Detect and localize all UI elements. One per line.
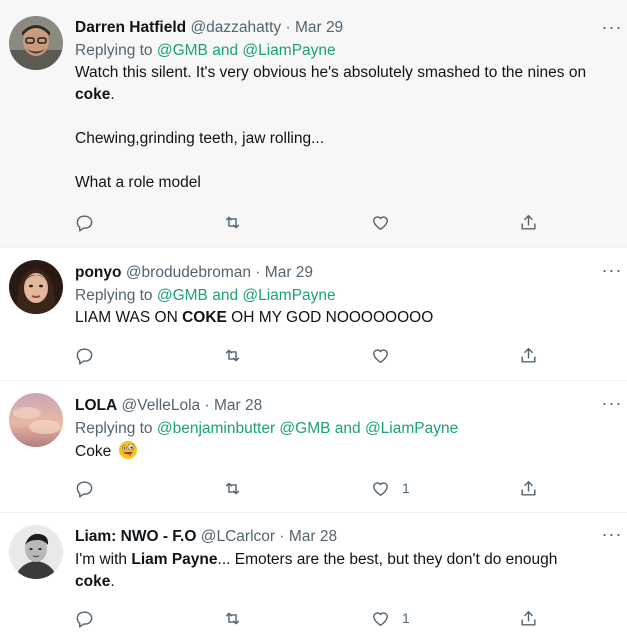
retweet-icon <box>225 482 240 494</box>
tweet-card[interactable]: Darren Hatfield @dazzahatty · Mar 29 Rep… <box>0 0 627 248</box>
avatar[interactable] <box>9 16 63 70</box>
display-name[interactable]: Darren Hatfield <box>75 19 186 36</box>
reply-icon <box>76 480 93 498</box>
display-name[interactable]: Liam: NWO - F.O <box>75 528 196 545</box>
retweet-button[interactable] <box>223 210 242 234</box>
tweet-feed: Darren Hatfield @dazzahatty · Mar 29 Rep… <box>0 0 627 640</box>
tweet-text-part: I'm with <box>75 551 132 568</box>
retweet-icon <box>225 349 240 361</box>
tweet-card[interactable]: LOLA @VelleLola · Mar 28 Replying to @be… <box>0 381 627 513</box>
avatar[interactable] <box>9 393 63 447</box>
user-handle[interactable]: @VelleLola <box>122 397 201 414</box>
reply-icon <box>76 610 93 628</box>
separator-dot: · <box>279 528 285 545</box>
tweet-text-part: OH MY GOD NOOOOOOOO <box>226 309 434 326</box>
like-icon <box>373 481 388 496</box>
share-button[interactable] <box>519 210 538 234</box>
like-icon <box>373 611 388 626</box>
replying-to: Replying to @benjaminbutter @GMB and @Li… <box>75 418 617 440</box>
reply-button[interactable] <box>75 343 94 367</box>
bold-term: coke <box>75 573 111 590</box>
display-name[interactable]: ponyo <box>75 264 122 281</box>
separator-dot: · <box>204 397 210 414</box>
replying-prefix: Replying to <box>75 42 153 59</box>
replying-prefix: Replying to <box>75 287 153 304</box>
reply-icon <box>76 214 93 232</box>
avatar-image <box>9 393 63 447</box>
tweet-text-line: What a role model <box>75 174 201 191</box>
tweet-text-part: LIAM WAS ON <box>75 309 183 326</box>
avatar[interactable] <box>9 525 63 579</box>
tweet-text: Watch this silent. It's very obvious he'… <box>75 62 617 194</box>
like-button[interactable] <box>371 210 402 234</box>
like-icon <box>373 215 388 230</box>
tweet-text-line: Chewing,grinding teeth, jaw rolling... <box>75 130 324 147</box>
tweet-date[interactable]: Mar 28 <box>214 397 262 414</box>
tweet-text-part: ... Emoters are the best, but they don't… <box>217 551 558 568</box>
more-options-button[interactable]: ··· <box>601 525 623 547</box>
tweet-text-punct: . <box>110 573 115 590</box>
share-icon <box>521 480 536 496</box>
replying-mentions[interactable]: @GMB and @LiamPayne <box>157 287 336 304</box>
bold-term: Liam Payne <box>131 551 218 568</box>
action-bar <box>75 210 545 234</box>
tweet-text: Coke <box>75 440 617 463</box>
tweet-text: I'm with Liam Payne... Emoters are the b… <box>75 549 617 593</box>
tweet-text-line: Watch this silent. It's very obvious he'… <box>75 64 587 81</box>
replying-mentions[interactable]: @benjaminbutter @GMB and @LiamPayne <box>157 420 458 437</box>
share-icon <box>521 610 536 626</box>
bold-term: coke <box>75 86 111 103</box>
display-name[interactable]: LOLA <box>75 397 117 414</box>
tweet-card[interactable]: Liam: NWO - F.O @LCarlcor · Mar 28 I'm w… <box>0 513 627 640</box>
separator-dot: · <box>255 264 261 281</box>
like-count: 1 <box>402 480 410 496</box>
retweet-button[interactable] <box>223 606 242 630</box>
action-bar <box>75 343 545 367</box>
reply-button[interactable] <box>75 210 94 234</box>
replying-to: Replying to @GMB and @LiamPayne <box>75 40 617 62</box>
tweet-text-punct: . <box>110 86 115 103</box>
action-bar: 1 <box>75 476 545 500</box>
tweet-card[interactable]: ponyo @brodudebroman · Mar 29 Replying t… <box>0 248 627 381</box>
reply-icon <box>76 347 93 365</box>
replying-mentions[interactable]: @GMB and @LiamPayne <box>157 42 336 59</box>
replying-to: Replying to @GMB and @LiamPayne <box>75 285 617 307</box>
like-button[interactable]: 1 <box>371 606 410 630</box>
tweet-date[interactable]: Mar 29 <box>295 19 343 36</box>
replying-prefix: Replying to <box>75 420 153 437</box>
tweet-text-part: Coke <box>75 443 112 460</box>
tweet-date[interactable]: Mar 28 <box>289 528 337 545</box>
retweet-icon <box>225 612 240 624</box>
bold-term: COKE <box>182 309 227 326</box>
retweet-button[interactable] <box>223 476 242 500</box>
tweet-text: LIAM WAS ON COKE OH MY GOD NOOOOOOOO <box>75 307 617 329</box>
more-options-button[interactable]: ··· <box>601 261 623 283</box>
avatar-image <box>9 16 63 70</box>
action-bar: 1 <box>75 606 545 630</box>
user-handle[interactable]: @LCarlcor <box>201 528 275 545</box>
like-count: 1 <box>402 610 410 626</box>
separator-dot: · <box>285 19 291 36</box>
more-options-button[interactable]: ··· <box>601 18 623 40</box>
user-handle[interactable]: @dazzahatty <box>190 19 281 36</box>
retweet-button[interactable] <box>223 343 242 367</box>
avatar[interactable] <box>9 260 63 314</box>
share-button[interactable] <box>519 476 538 500</box>
like-button[interactable] <box>371 343 402 367</box>
tweet-date[interactable]: Mar 29 <box>265 264 313 281</box>
avatar-image <box>9 260 63 314</box>
retweet-icon <box>225 216 240 228</box>
reply-button[interactable] <box>75 606 94 630</box>
like-icon <box>373 348 388 363</box>
more-options-button[interactable]: ··· <box>601 394 623 416</box>
share-icon <box>521 214 536 230</box>
share-button[interactable] <box>519 606 538 630</box>
user-handle[interactable]: @brodudebroman <box>126 264 251 281</box>
reply-button[interactable] <box>75 476 94 500</box>
share-icon <box>521 347 536 363</box>
zany-face-emoji <box>118 441 137 459</box>
like-button[interactable]: 1 <box>371 476 410 500</box>
share-button[interactable] <box>519 343 538 367</box>
avatar-image <box>9 525 63 579</box>
